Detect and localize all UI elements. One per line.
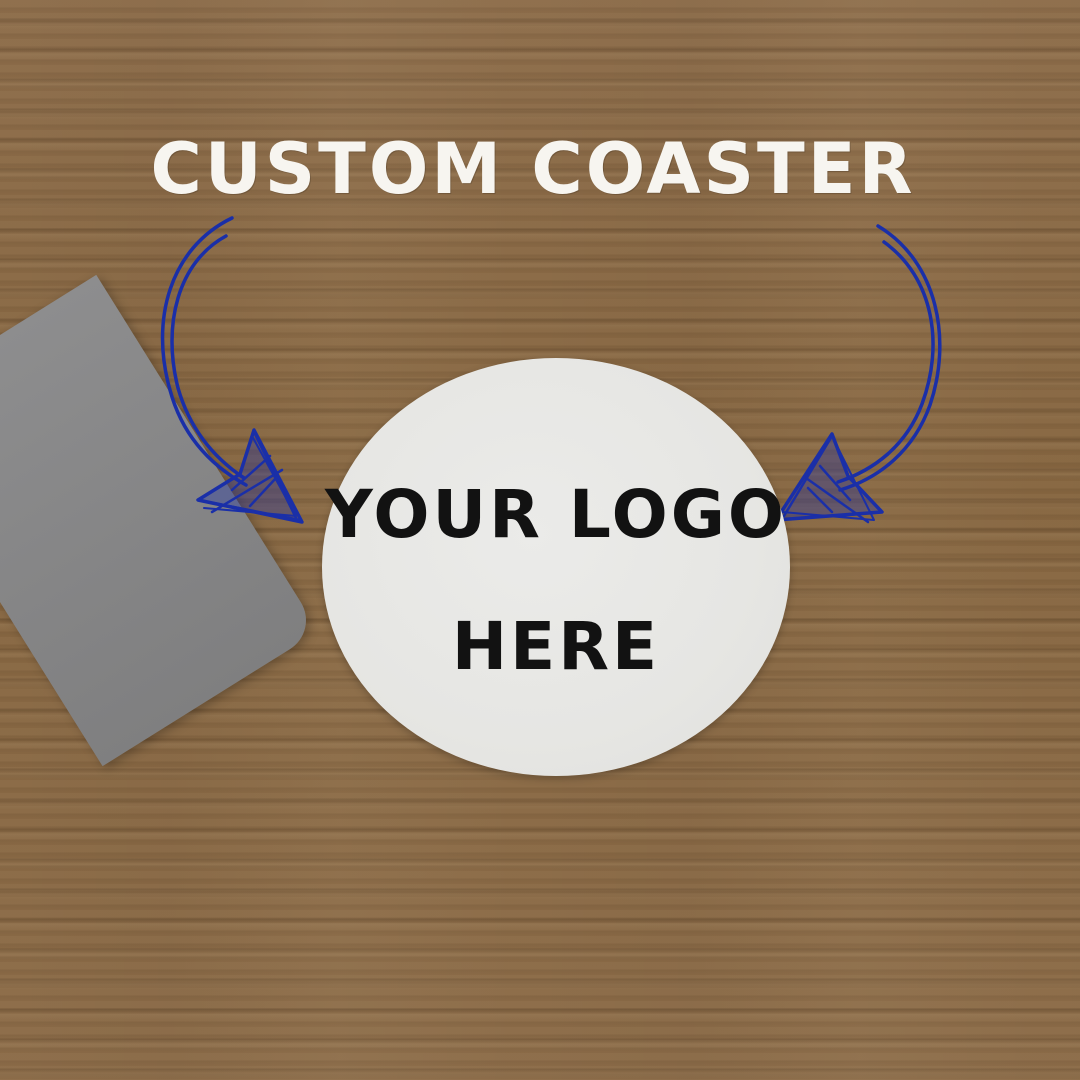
left-curved-arrow-icon — [160, 216, 304, 524]
coaster-text-line1: YOUR LOGO — [324, 476, 788, 553]
coaster: YOUR LOGO HERE — [322, 358, 790, 776]
wood-background: CUSTOM COASTER YOUR LOGO HERE — [0, 0, 1080, 1080]
right-curved-arrow-icon — [774, 224, 942, 524]
coaster-text-line2: HERE — [451, 608, 661, 685]
